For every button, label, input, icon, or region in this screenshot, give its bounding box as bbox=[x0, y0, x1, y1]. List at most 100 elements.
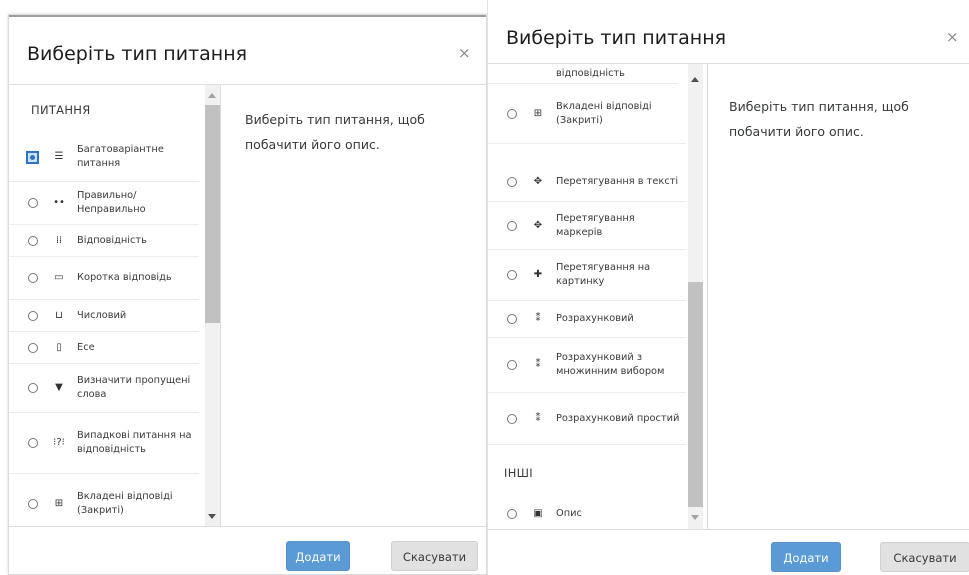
option-label: Розрахунковий простий bbox=[556, 412, 680, 424]
add-button[interactable]: Додати bbox=[286, 541, 350, 571]
radio-button[interactable] bbox=[28, 235, 38, 246]
list-icon: ☰ bbox=[54, 151, 64, 162]
calculated-icon: ⁑ bbox=[535, 313, 541, 324]
option-label: Опис bbox=[556, 507, 582, 519]
dropdown-icon: ▼ bbox=[55, 382, 63, 393]
question-type-option[interactable]: ⁑ Розрахунковий простий bbox=[488, 393, 686, 445]
description-line: Виберіть тип питання, щоб bbox=[729, 99, 909, 114]
question-type-option[interactable]: ✥ Перетягування маркерів bbox=[488, 202, 686, 250]
cancel-button[interactable]: Скасувати bbox=[391, 541, 478, 571]
close-icon[interactable]: × bbox=[946, 28, 959, 46]
radio-button[interactable] bbox=[507, 270, 517, 280]
dialog-title: Виберіть тип питання bbox=[506, 27, 727, 49]
option-label: Визначити пропущені слова bbox=[77, 375, 191, 400]
radio-button[interactable] bbox=[28, 383, 38, 393]
option-label: Правильно/ Неправильно bbox=[77, 190, 146, 215]
option-label: Вкладені відповіді (Закриті) bbox=[556, 100, 652, 126]
type-description: Виберіть тип питання, щоб побачити його … bbox=[245, 107, 425, 157]
question-type-option[interactable]: ⊞ Вкладені відповіді (Закриті) bbox=[488, 84, 686, 144]
scrollbar[interactable] bbox=[205, 85, 220, 526]
close-icon[interactable]: × bbox=[458, 44, 471, 62]
option-label: Есе bbox=[77, 341, 95, 353]
dialog-footer: Додати Скасувати bbox=[9, 526, 486, 574]
option-label: Перетягування в тексті bbox=[556, 175, 679, 187]
question-type-option[interactable]: ⁞⁞ Відповідність bbox=[9, 225, 199, 257]
radio-button[interactable] bbox=[507, 314, 517, 324]
list-item-partial[interactable]: відповідність bbox=[488, 64, 678, 84]
question-type-option[interactable]: ▭ Коротка відповідь bbox=[9, 257, 199, 300]
radio-button[interactable] bbox=[26, 151, 39, 164]
question-type-option[interactable]: ⁑ Розрахунковий bbox=[488, 301, 686, 338]
drag-image-icon: ✚ bbox=[533, 269, 543, 280]
question-type-option[interactable]: •• Правильно/ Неправильно bbox=[9, 182, 199, 225]
description-line: побачити його опис. bbox=[245, 137, 380, 152]
scroll-thumb[interactable] bbox=[688, 282, 703, 507]
scroll-down-arrow[interactable] bbox=[691, 515, 699, 520]
drag-markers-icon: ✥ bbox=[533, 219, 543, 231]
question-type-option[interactable]: ✥ Перетягування в тексті bbox=[488, 162, 686, 202]
embedded-answers-icon: ⊞ bbox=[533, 107, 543, 119]
type-description: Виберіть тип питання, щоб побачити його … bbox=[729, 94, 909, 144]
question-type-option[interactable]: ⊔ Числовий bbox=[9, 300, 199, 332]
dialog-header: Виберіть тип питання × bbox=[9, 15, 486, 85]
add-button[interactable]: Додати bbox=[771, 542, 841, 572]
radio-button[interactable] bbox=[28, 342, 38, 353]
radio-button[interactable] bbox=[507, 508, 517, 519]
question-type-option[interactable]: ▣ Опис bbox=[488, 496, 686, 529]
option-label: Перетягування маркерів bbox=[556, 212, 635, 238]
question-type-option[interactable]: ⁑ Розрахунковий з множинним вибором bbox=[488, 338, 686, 393]
question-type-option[interactable]: ✚ Перетягування на картинку bbox=[488, 250, 686, 301]
calculated-simple-icon: ⁑ bbox=[535, 412, 541, 424]
question-type-option[interactable]: ⊞ Вкладені відповіді (Закриті) bbox=[9, 474, 199, 526]
radio-button[interactable] bbox=[28, 498, 38, 509]
numeric-icon: ⊔ bbox=[55, 309, 63, 321]
choose-question-type-dialog-left: Виберіть тип питання × ПИТАННЯ ☰ Багатова… bbox=[8, 14, 487, 575]
dialog-footer: Додати Скасувати bbox=[488, 529, 969, 575]
dialog-body: ПИТАННЯ ☰ Багатоваріантне питання •• Правил… bbox=[9, 85, 486, 526]
section-label-other: ІНШІ bbox=[504, 466, 533, 480]
radio-button[interactable] bbox=[507, 413, 517, 424]
radio-button[interactable] bbox=[28, 438, 38, 448]
option-label: відповідність bbox=[556, 68, 625, 79]
section-label-questions: ПИТАННЯ bbox=[31, 103, 91, 117]
description-line: побачити його опис. bbox=[729, 124, 864, 139]
scroll-up-arrow[interactable] bbox=[691, 77, 699, 82]
option-label: Перетягування на картинку bbox=[556, 262, 651, 287]
description-icon: ▣ bbox=[533, 507, 543, 519]
question-type-list[interactable]: ПИТАННЯ ☰ Багатоваріантне питання •• Правил… bbox=[9, 85, 221, 526]
dialog-title: Виберіть тип питання bbox=[27, 43, 248, 65]
drag-text-icon: ✥ bbox=[533, 175, 543, 187]
scroll-up-arrow[interactable] bbox=[208, 93, 216, 98]
scrollbar[interactable] bbox=[688, 64, 703, 529]
choose-question-type-dialog-right: Виберіть тип питання × відповідність ⊞ Вк… bbox=[487, 0, 969, 575]
radio-button[interactable] bbox=[507, 176, 517, 187]
embedded-answers-icon: ⊞ bbox=[54, 497, 64, 509]
scroll-thumb[interactable] bbox=[205, 105, 220, 323]
option-label: Випадкові питання на відповідність bbox=[77, 430, 192, 455]
option-label: Відповідність bbox=[77, 234, 147, 246]
radio-button[interactable] bbox=[507, 360, 517, 370]
option-label: Розрахунковий з множинним вибором bbox=[556, 352, 665, 377]
question-type-list[interactable]: відповідність ⊞ Вкладені відповіді (Закри… bbox=[488, 64, 708, 529]
dialog-header: Виберіть тип питання × bbox=[488, 0, 969, 64]
option-label: Вкладені відповіді (Закриті) bbox=[77, 490, 173, 516]
radio-button[interactable] bbox=[28, 198, 38, 208]
match-grid-icon: ⁞⁞ bbox=[55, 234, 63, 246]
cancel-button[interactable]: Скасувати bbox=[880, 542, 969, 572]
radio-button[interactable] bbox=[507, 220, 517, 231]
radio-button[interactable] bbox=[507, 108, 517, 119]
description-line: Виберіть тип питання, щоб bbox=[245, 112, 425, 127]
question-type-option[interactable]: ☰ Багатоваріантне питання bbox=[9, 133, 199, 182]
calculated-multi-icon: ⁑ bbox=[535, 359, 541, 370]
random-match-icon: ⁝?⁝ bbox=[53, 437, 65, 448]
option-label: Розрахунковий bbox=[556, 313, 634, 324]
two-dots-icon: •• bbox=[53, 197, 65, 208]
scroll-down-arrow[interactable] bbox=[208, 514, 216, 519]
option-label: Коротка відповідь bbox=[77, 272, 172, 283]
radio-button[interactable] bbox=[28, 310, 38, 321]
question-type-option[interactable]: ▯ Есе bbox=[9, 332, 199, 364]
option-label: Багатоваріантне питання bbox=[77, 144, 164, 169]
question-type-option[interactable]: ▼ Визначити пропущені слова bbox=[9, 364, 199, 413]
question-type-option[interactable]: ⁝?⁝ Випадкові питання на відповідність bbox=[9, 413, 199, 474]
radio-button[interactable] bbox=[28, 273, 38, 283]
